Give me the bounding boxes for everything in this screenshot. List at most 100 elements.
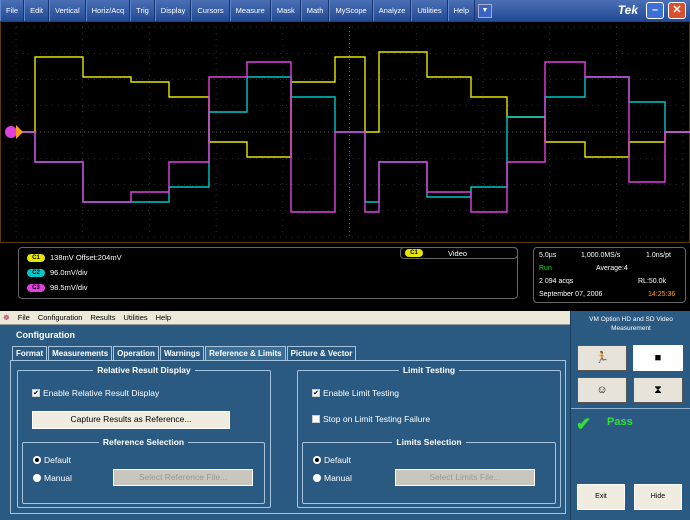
channel-3-scale: 98.5mV/div — [50, 283, 88, 292]
menu-analyze[interactable]: Analyze — [372, 0, 412, 21]
select-reference-file-button[interactable]: Select Reference File... — [113, 469, 253, 486]
app-menubar: ☸ File Configuration Results Utilities H… — [0, 311, 570, 325]
status-badge: Pass — [607, 416, 633, 428]
channel-1-tag: C1 — [27, 253, 45, 262]
menu-display[interactable]: Display — [154, 0, 192, 21]
reference-limits-panel: Relative Result Display ✔ Enable Relativ… — [10, 360, 566, 514]
channel-2-readout[interactable]: C2 96.0mV/div — [27, 268, 88, 277]
limits-manual-radio[interactable]: Manual — [313, 473, 352, 483]
triangle-down-icon[interactable]: ▼ — [478, 3, 493, 18]
divider — [571, 408, 690, 409]
menu-myscope[interactable]: MyScope — [329, 0, 373, 21]
tab-measurements[interactable]: Measurements — [48, 346, 113, 360]
checkmark-icon: ✔ — [576, 414, 592, 434]
checkbox-unchecked-icon — [312, 415, 320, 423]
acq-mode: Average:4 — [596, 265, 628, 272]
waveform-graticule — [5, 26, 690, 238]
menu-edit[interactable]: Edit — [24, 0, 50, 21]
menu-mask[interactable]: Mask — [270, 0, 301, 21]
capture-reference-button[interactable]: Capture Results as Reference... — [32, 411, 230, 429]
menu-trig[interactable]: Trig — [130, 0, 155, 21]
app-menu-file[interactable]: File — [18, 313, 30, 322]
trace-c2 — [21, 76, 690, 203]
status-area: C1 138mV Offset:204mV C2 96.0mV/div C3 9… — [0, 243, 690, 305]
tab-operation[interactable]: Operation — [113, 346, 159, 360]
timebase: 5.0µs — [539, 252, 557, 259]
acquisition-readout[interactable]: 5.0µs 1,000.0MS/s 1.0ns/pt Run Average:4… — [533, 247, 686, 303]
channel-2-tag: C2 — [27, 268, 45, 277]
tab-warnings[interactable]: Warnings — [159, 346, 205, 360]
scope-menubar: File Edit Vertical Horiz/Acq Trig Displa… — [0, 0, 690, 21]
resolution: 1.0ns/pt — [646, 252, 671, 259]
face-icon[interactable]: ☺ — [577, 377, 627, 403]
trigger-readout[interactable]: C1 Video — [400, 247, 518, 259]
limits-default-radio[interactable]: Default — [313, 455, 351, 465]
waveform-display[interactable] — [0, 21, 690, 243]
tab-picture-vector[interactable]: Picture & Vector — [286, 346, 357, 360]
menu-help[interactable]: Help — [447, 0, 476, 21]
tab-format[interactable]: Format — [12, 346, 48, 360]
trigger-type: Video — [448, 248, 468, 258]
menu-cursors[interactable]: Cursors — [191, 0, 230, 21]
stop-on-failure-checkbox[interactable]: Stop on Limit Testing Failure — [312, 414, 430, 424]
reference-manual-radio[interactable]: Manual — [33, 473, 72, 483]
reference-default-radio[interactable]: Default — [33, 455, 71, 465]
enable-relative-checkbox[interactable]: ✔ Enable Relative Result Display — [32, 388, 159, 398]
menu-utilities[interactable]: Utilities — [411, 0, 448, 21]
enable-relative-label: Enable Relative Result Display — [43, 388, 160, 398]
relative-result-group: Relative Result Display ✔ Enable Relativ… — [17, 365, 271, 508]
enable-limit-checkbox[interactable]: ✔ Enable Limit Testing — [312, 388, 399, 398]
app-icon: ☸ — [3, 313, 10, 322]
trace-c3 — [21, 61, 690, 213]
radio-selected-icon — [313, 456, 321, 464]
checkbox-checked-icon: ✔ — [312, 389, 320, 397]
vm-application: ☸ File Configuration Results Utilities H… — [0, 311, 570, 520]
menu-vertical[interactable]: Vertical — [49, 0, 86, 21]
reference-manual-label: Manual — [44, 473, 72, 483]
minimize-icon[interactable]: – — [646, 2, 664, 19]
running-man-icon[interactable]: 🏃 — [577, 345, 627, 371]
app-menu-configuration[interactable]: Configuration — [38, 313, 83, 322]
reference-default-label: Default — [44, 455, 71, 465]
channel-3-tag: C3 — [27, 283, 45, 292]
config-tabs: Format Measurements Operation Warnings R… — [12, 346, 357, 360]
limit-testing-group: Limit Testing ✔ Enable Limit Testing Sto… — [297, 365, 561, 508]
reference-selection-title: Reference Selection — [98, 437, 189, 447]
radio-unselected-icon — [313, 474, 321, 482]
radio-unselected-icon — [33, 474, 41, 482]
reference-selection-group: Reference Selection Default Manual Selec… — [22, 437, 265, 504]
app-menu-results[interactable]: Results — [90, 313, 115, 322]
sample-rate: 1,000.0MS/s — [581, 252, 621, 259]
close-icon[interactable]: ✕ — [668, 2, 686, 19]
channel-1-readout[interactable]: C1 138mV Offset:204mV — [27, 253, 122, 262]
select-limits-file-button[interactable]: Select Limits File... — [395, 469, 535, 486]
relative-result-title: Relative Result Display — [93, 365, 195, 375]
stop-on-failure-label: Stop on Limit Testing Failure — [323, 414, 431, 424]
trace-c1 — [21, 51, 690, 158]
radio-selected-icon — [33, 456, 41, 464]
channel-2-scale: 96.0mV/div — [50, 268, 88, 277]
hourglass-icon[interactable]: ⧗ — [633, 377, 683, 403]
date-readout: September 07, 2006 — [539, 291, 603, 298]
limit-testing-title: Limit Testing — [398, 365, 460, 375]
vm-side-panel: VM Option HD and SD Video Measurement 🏃 … — [570, 311, 690, 520]
exit-button[interactable]: Exit — [577, 484, 625, 510]
stop-square-icon[interactable]: ■ — [633, 345, 683, 371]
tab-reference-limits[interactable]: Reference & Limits — [205, 346, 286, 360]
limits-manual-label: Manual — [324, 473, 352, 483]
menu-horiz-acq[interactable]: Horiz/Acq — [85, 0, 131, 21]
brand-logo: Tek — [617, 3, 638, 17]
limits-selection-title: Limits Selection — [392, 437, 466, 447]
menu-file[interactable]: File — [0, 0, 25, 21]
page-title: Configuration — [16, 330, 75, 340]
app-menu-utilities[interactable]: Utilities — [123, 313, 147, 322]
menu-measure[interactable]: Measure — [229, 0, 271, 21]
hide-button[interactable]: Hide — [634, 484, 682, 510]
channel-3-readout[interactable]: C3 98.5mV/div — [27, 283, 88, 292]
limits-default-label: Default — [324, 455, 351, 465]
channel-1-scale: 138mV Offset:204mV — [50, 253, 122, 262]
app-header: VM Option HD and SD Video Measurement — [589, 316, 673, 332]
app-menu-help[interactable]: Help — [156, 313, 171, 322]
menu-math[interactable]: Math — [300, 0, 330, 21]
trigger-source-tag: C1 — [405, 249, 423, 257]
